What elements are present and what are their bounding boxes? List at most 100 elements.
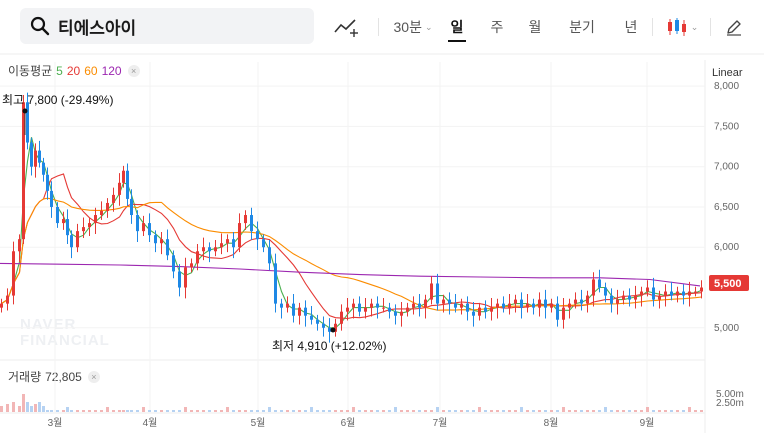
y-tick-label: 6,000 [714, 242, 739, 253]
candle-body [628, 295, 631, 300]
volume-bar [376, 410, 379, 412]
x-tick-label: 4월 [143, 417, 158, 429]
volume-bar [532, 410, 535, 412]
volume-bar [190, 410, 193, 412]
candle-body [364, 307, 367, 312]
volume-bar [508, 410, 511, 412]
candle-body [42, 162, 45, 175]
volume-bar [502, 410, 505, 412]
candle-body [580, 299, 583, 304]
ma-5-line [1, 137, 702, 329]
candle-body [232, 239, 235, 248]
candle-body [56, 206, 59, 224]
candle-body [448, 299, 451, 304]
volume-bar [580, 410, 583, 412]
candle-body [196, 251, 199, 264]
volume-bar [658, 410, 661, 412]
candle-body [160, 239, 163, 244]
volume-bar [286, 410, 289, 412]
volume-bar [166, 410, 169, 412]
volume-bar [178, 410, 181, 412]
x-tick-label: 8월 [544, 417, 559, 429]
candle-body [238, 223, 241, 248]
volume-bar [682, 410, 685, 412]
volume-bar [610, 410, 613, 412]
candle-body [292, 303, 295, 316]
candle-body [166, 239, 169, 256]
volume-bar [664, 410, 667, 412]
watermark: NAVER FINANCIAL [20, 316, 109, 349]
candle-body [514, 299, 517, 304]
volume-bar [676, 410, 679, 412]
x-tick-label: 7월 [433, 417, 448, 429]
candle-body [352, 303, 355, 308]
candle-body [30, 142, 33, 167]
candle-body [122, 170, 125, 183]
low-marker [330, 327, 336, 333]
candle-body [472, 311, 475, 316]
volume-bar [586, 410, 589, 412]
volume-bar [484, 410, 487, 412]
volume-bar [220, 410, 223, 412]
candle-body [262, 239, 265, 248]
volume-bar [12, 402, 15, 412]
volume-bar [262, 410, 265, 412]
volume-bar [364, 410, 367, 412]
volume-bar [280, 410, 283, 412]
y-tick-label: 7,500 [714, 121, 739, 132]
volume-bar [388, 410, 391, 412]
volume-bar [42, 406, 45, 412]
candle-body [520, 299, 523, 308]
candle-body [544, 299, 547, 308]
candle-body [256, 231, 259, 240]
candle-body [94, 215, 97, 224]
volume-bar [232, 410, 235, 412]
candle-body [184, 267, 187, 288]
volume-bar [646, 407, 649, 412]
volume-bar [538, 410, 541, 412]
candle-body [454, 303, 457, 308]
volume-bar [202, 410, 205, 412]
volume-bar [18, 406, 21, 412]
volume-bar [670, 410, 673, 412]
volume-bar [454, 410, 457, 412]
volume-bar [106, 407, 109, 412]
candle-body [376, 303, 379, 308]
candle-body [610, 295, 613, 304]
candle-body [88, 223, 91, 228]
candle-body [46, 174, 49, 191]
candle-body [50, 190, 53, 207]
volume-bar [34, 404, 37, 412]
candle-body [682, 291, 685, 296]
candle-body [126, 170, 129, 199]
volume-bar [460, 410, 463, 412]
volume-bar [118, 410, 121, 412]
candle-body [430, 283, 433, 300]
candle-body [316, 319, 319, 324]
candle-body [214, 247, 217, 252]
high-label: 최고 7,800 (-29.49%) [2, 93, 113, 107]
volume-bar [214, 410, 217, 412]
volume-bar [382, 410, 385, 412]
volume-bar [418, 410, 421, 412]
candle-body [556, 303, 559, 320]
candle-body [346, 307, 349, 312]
candle-body [82, 227, 85, 232]
candle-body [676, 291, 679, 296]
candle-body [250, 215, 253, 232]
volume-bar [172, 410, 175, 412]
candle-body [112, 194, 115, 203]
volume-bar [148, 410, 151, 412]
volume-bar [46, 410, 49, 412]
candle-body [658, 295, 661, 300]
volume-bar [76, 410, 79, 412]
candle-body [370, 303, 373, 308]
volume-bar [700, 410, 703, 412]
y-tick-label: 6,500 [714, 202, 739, 213]
candle-body [76, 231, 79, 248]
candle-body [280, 303, 283, 308]
candle-body [70, 235, 73, 248]
candle-body [154, 235, 157, 244]
price-chart[interactable]: NAVER FINANCIAL 8,000 7,500 7,000 6,500 6,00… [0, 0, 764, 433]
candle-body [598, 279, 601, 288]
